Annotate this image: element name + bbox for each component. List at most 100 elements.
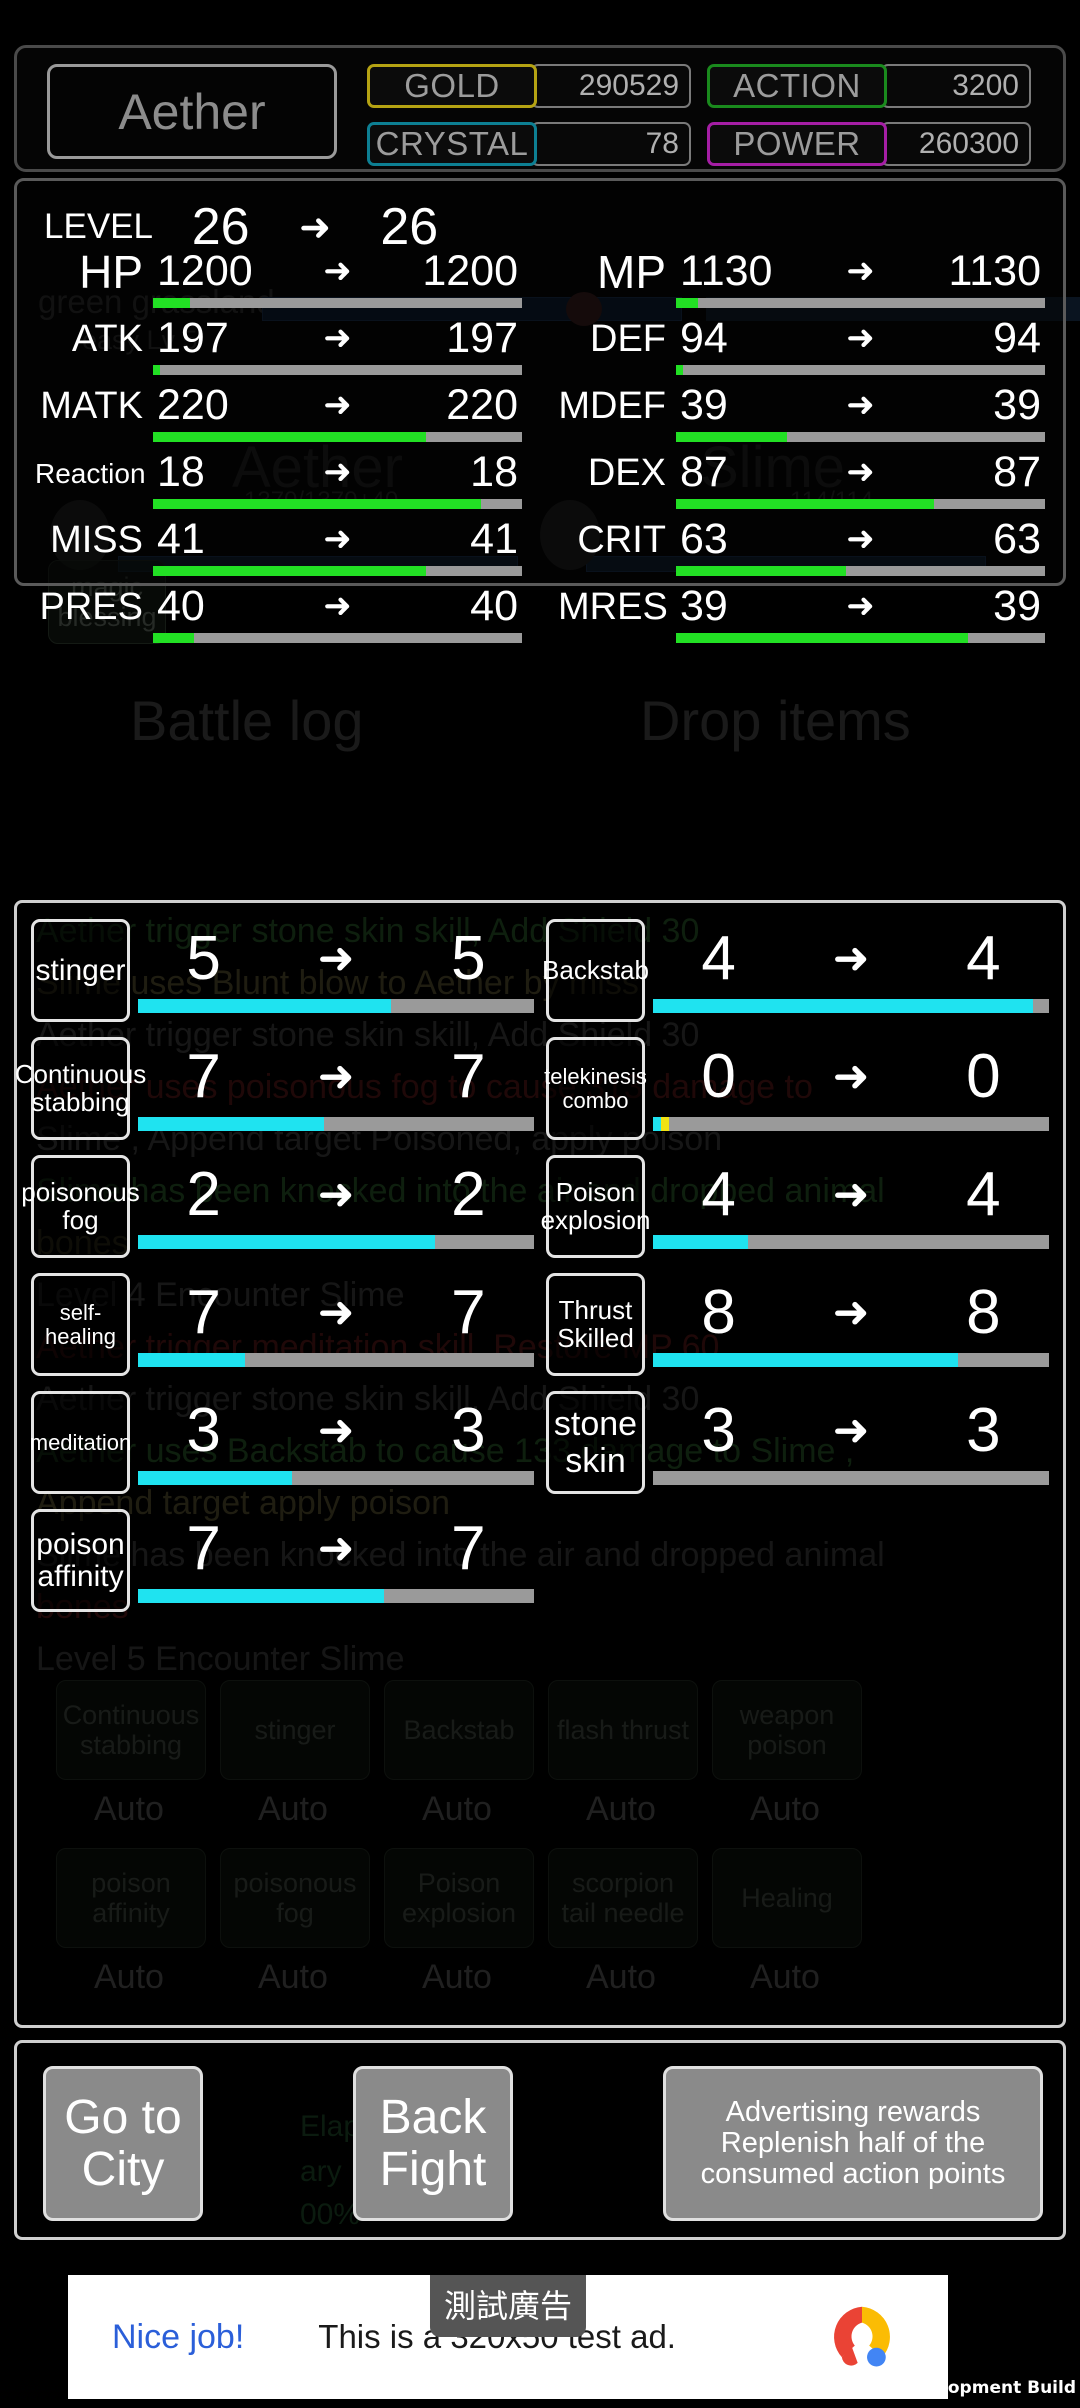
- skill-row: stinger 5 ➜ 5 Backstab 4 ➜ 4: [25, 913, 1055, 1031]
- stat-label: MP: [597, 246, 666, 298]
- skill-progress-bar: [138, 1589, 534, 1603]
- stat-progress-bar: [676, 499, 1045, 509]
- skill-name-box[interactable]: stinger: [31, 919, 130, 1022]
- skill-progress-bar: [653, 1353, 1049, 1367]
- resource-action[interactable]: ACTION 3200: [707, 64, 1031, 108]
- stat-value-from: 39: [680, 582, 728, 630]
- skill-name-box[interactable]: Continuous stabbing: [15, 1037, 146, 1140]
- skill-level-to: 3: [451, 1396, 486, 1465]
- stat-value-to: 40: [470, 582, 518, 630]
- stat-row-mdef: MDEF 39 ➜ 39: [558, 381, 1045, 448]
- stat-row-matk: MATK 220 ➜ 220: [35, 381, 522, 448]
- skill-name-box[interactable]: self-healing: [31, 1273, 130, 1376]
- skill-level-from: 7: [186, 1042, 221, 1111]
- stat-label: Reaction: [35, 458, 146, 489]
- skill-cell-stinger[interactable]: stinger 5 ➜ 5: [25, 913, 540, 1031]
- skill-name-box[interactable]: poisonous fog: [21, 1155, 140, 1258]
- resource-crystal[interactable]: CRYSTAL 78: [367, 122, 691, 166]
- stat-label-level: LEVEL: [44, 207, 153, 246]
- skill-cell-self-healing[interactable]: self-healing 7 ➜ 7: [25, 1267, 540, 1385]
- back-fight-button[interactable]: Back Fight: [353, 2066, 513, 2221]
- skill-name-box[interactable]: poison affinity: [31, 1509, 130, 1612]
- arrow-icon: ➜: [832, 1406, 870, 1455]
- skill-level-from: 7: [186, 1278, 221, 1347]
- stat-progress-bar: [676, 365, 1045, 375]
- stat-label: MATK: [40, 385, 143, 427]
- skill-name-box[interactable]: Backstab: [542, 919, 649, 1022]
- skill-cell-poison-affinity[interactable]: poison affinity 7 ➜ 7: [25, 1503, 540, 1621]
- ad-reward-button[interactable]: Advertising rewards Replenish half of th…: [663, 2066, 1043, 2221]
- arrow-icon: ➜: [832, 1170, 870, 1219]
- arrow-icon: ➜: [846, 252, 875, 290]
- skill-cell-continuous-stabbing[interactable]: Continuous stabbing 7 ➜ 7: [15, 1031, 540, 1149]
- skill-cell-telekinesis-combo[interactable]: telekinesis combo 0 ➜ 0: [540, 1031, 1055, 1149]
- skill-progress-bar: [653, 1235, 1049, 1249]
- skill-row: poison affinity 7 ➜ 7: [25, 1503, 1055, 1621]
- stat-value-to: 39: [993, 582, 1041, 630]
- stat-value-from: 1200: [157, 247, 253, 295]
- resource-crystal-value: 78: [531, 122, 691, 166]
- skill-row: meditation 3 ➜ 3 stone skin 3 ➜ 3: [25, 1385, 1055, 1503]
- stat-value-to: 197: [446, 314, 518, 362]
- arrow-icon: ➜: [323, 587, 352, 625]
- skill-level-to: 3: [966, 1396, 1001, 1465]
- skill-level-from: 0: [701, 1042, 736, 1111]
- skill-row: poisonous fog 2 ➜ 2 Poison explosion 4 ➜ 4: [21, 1149, 1055, 1267]
- arrow-icon: ➜: [323, 453, 352, 491]
- skill-progress-bar: [653, 1471, 1049, 1485]
- arrow-icon: ➜: [832, 934, 870, 983]
- player-name-box[interactable]: Aether: [47, 64, 337, 159]
- arrow-icon: ➜: [323, 319, 352, 357]
- skill-cell-stone-skin[interactable]: stone skin 3 ➜ 3: [540, 1385, 1055, 1503]
- skill-level-to: 7: [451, 1042, 486, 1111]
- header-panel: Aether GOLD 290529 CRYSTAL 78 ACTION 320…: [14, 45, 1066, 172]
- stat-value-to: 94: [993, 314, 1041, 362]
- stat-value-to: 220: [446, 381, 518, 429]
- stat-value-to: 39: [993, 381, 1041, 429]
- stat-value-from: 94: [680, 314, 728, 362]
- arrow-icon: ➜: [299, 206, 331, 249]
- skill-level-to: 5: [451, 924, 486, 993]
- stat-value-from: 87: [680, 448, 728, 496]
- skill-cell-poisonous-fog[interactable]: poisonous fog 2 ➜ 2: [21, 1149, 540, 1267]
- stat-value-from: 197: [157, 314, 229, 362]
- skill-cell-poison-explosion[interactable]: Poison explosion 4 ➜ 4: [540, 1149, 1055, 1267]
- resource-crystal-label: CRYSTAL: [367, 122, 537, 166]
- skill-name-box[interactable]: Poison explosion: [541, 1155, 650, 1258]
- stat-label: DEF: [590, 318, 666, 360]
- resource-gold[interactable]: GOLD 290529: [367, 64, 691, 108]
- stat-progress-bar: [676, 298, 1045, 308]
- stat-row-pres: PRES 40 ➜ 40: [35, 582, 522, 649]
- stat-value-from: 63: [680, 515, 728, 563]
- arrow-icon: ➜: [323, 520, 352, 558]
- stat-value-to: 63: [993, 515, 1041, 563]
- stat-value-to: 18: [470, 448, 518, 496]
- skill-level-from: 4: [701, 924, 736, 993]
- stat-row-def: DEF 94 ➜ 94: [558, 314, 1045, 381]
- resource-gold-value: 290529: [531, 64, 691, 108]
- skill-progress-bar: [138, 1353, 534, 1367]
- stat-progress-bar: [153, 499, 522, 509]
- skill-row: Continuous stabbing 7 ➜ 7 telekinesis combo 0…: [15, 1031, 1055, 1149]
- stat-progress-bar: [153, 566, 522, 576]
- skill-cell-meditation[interactable]: meditation 3 ➜ 3: [25, 1385, 540, 1503]
- skill-level-from: 7: [186, 1514, 221, 1583]
- skill-level-to: 8: [966, 1278, 1001, 1347]
- skill-level-from: 3: [186, 1396, 221, 1465]
- stat-row-dex: DEX 87 ➜ 87: [558, 448, 1045, 515]
- skill-name-box[interactable]: telekinesis combo: [544, 1037, 647, 1140]
- skill-cell-backstab[interactable]: Backstab 4 ➜ 4: [540, 913, 1055, 1031]
- skill-name-box[interactable]: meditation: [30, 1391, 131, 1494]
- bg-battle-log-title: Battle log: [130, 689, 364, 752]
- stat-row-hp: HP 1200 ➜ 1200: [35, 247, 522, 314]
- skill-name-box[interactable]: stone skin: [546, 1391, 645, 1494]
- stat-row-miss: MISS 41 ➜ 41: [35, 515, 522, 582]
- ad-banner[interactable]: Nice job! This is a 320x50 test ad. 測試廣告: [68, 2275, 948, 2399]
- stats-column-left: HP 1200 ➜ 1200 ATK 197 ➜ 197 MATK 220 ➜ 220 Reaction…: [17, 247, 540, 643]
- arrow-icon: ➜: [846, 587, 875, 625]
- go-to-city-button[interactable]: Go to City: [43, 2066, 203, 2221]
- resource-power[interactable]: POWER 260300: [707, 122, 1031, 166]
- skill-level-to: 4: [966, 1160, 1001, 1229]
- skill-cell-thrust-skilled[interactable]: Thrust Skilled 8 ➜ 8: [540, 1267, 1055, 1385]
- skill-name-box[interactable]: Thrust Skilled: [546, 1273, 645, 1376]
